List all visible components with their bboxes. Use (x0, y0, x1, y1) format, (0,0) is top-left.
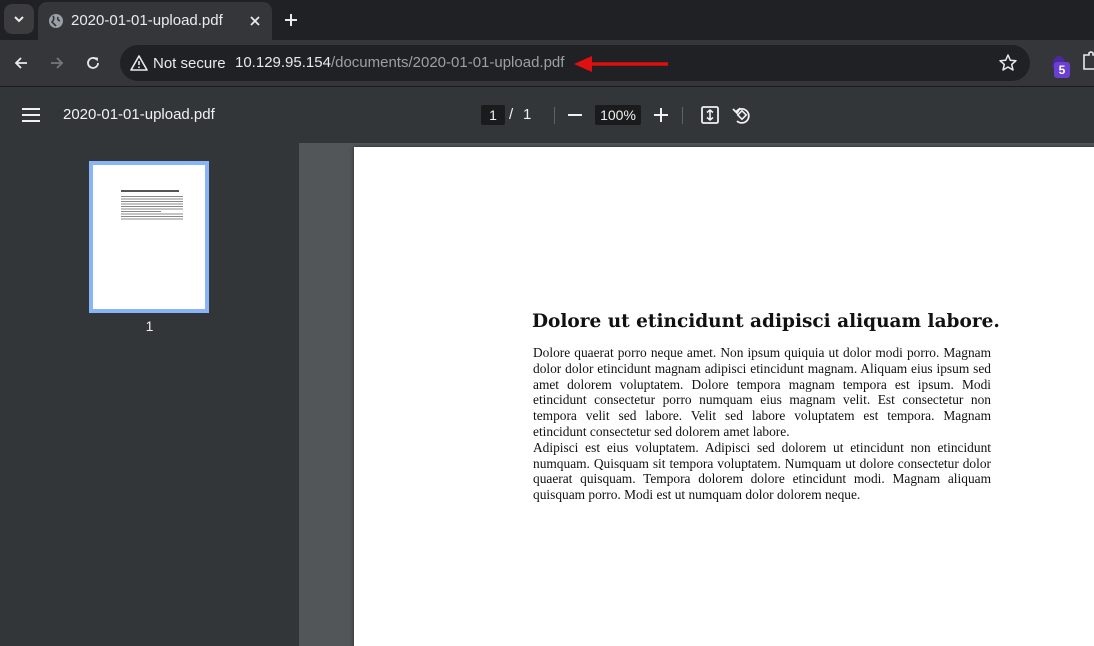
url-path: /documents/2020-01-01-upload.pdf (330, 54, 565, 71)
tab-title: 2020-01-01-upload.pdf (71, 12, 223, 29)
zoom-level-input[interactable]: 100% (595, 105, 641, 125)
document-viewport[interactable]: Dolore ut etincidunt adipisci aliquam la… (299, 143, 1094, 646)
close-icon (250, 16, 260, 26)
zoom-out-icon[interactable] (566, 104, 584, 126)
pdf-page: Dolore ut etincidunt adipisci aliquam la… (354, 147, 1094, 646)
page-separator: / (509, 106, 514, 123)
pdf-title: 2020-01-01-upload.pdf (63, 106, 215, 123)
chevron-down-icon (14, 16, 24, 23)
paragraph: Dolore quaerat porro neque amet. Non ips… (533, 345, 991, 439)
globe-icon (49, 14, 63, 28)
plus-icon (285, 14, 297, 26)
fit-to-page-icon[interactable] (700, 105, 720, 125)
reload-button[interactable] (82, 52, 104, 74)
toolbar-divider (554, 107, 555, 124)
back-button[interactable] (10, 52, 32, 74)
arrow-right-icon (51, 57, 64, 69)
page-number-input[interactable]: 1 (481, 105, 505, 125)
thumbnail-page-number: 1 (145, 318, 154, 334)
forward-button[interactable] (46, 52, 68, 74)
pdf-toolbar: 2020-01-01-upload.pdf 1 / 1 100% (0, 87, 1094, 143)
thumbnail-sidebar: 1 (0, 143, 299, 646)
tab-strip: 2020-01-01-upload.pdf (0, 0, 1094, 40)
reload-icon (87, 57, 99, 69)
page-total: 1 (523, 106, 532, 123)
extension-badge: 5 (1054, 62, 1070, 78)
thumbnail-page (97, 169, 201, 305)
document-body: Dolore quaerat porro neque amet. Non ips… (533, 345, 991, 503)
url-text[interactable]: 10.129.95.154/documents/2020-01-01-uploa… (235, 54, 564, 71)
paragraph: Adipisci est eius voluptatem. Adipisci s… (533, 439, 991, 503)
not-secure-label: Not secure (153, 54, 226, 72)
close-tab-button[interactable] (246, 12, 264, 30)
annotation-arrow (574, 56, 668, 72)
rotate-icon[interactable] (731, 104, 753, 126)
document-heading: Dolore ut etincidunt adipisci aliquam la… (532, 311, 1000, 332)
menu-icon[interactable] (19, 104, 43, 126)
bookmark-star-icon[interactable] (998, 53, 1018, 73)
puzzle-icon[interactable] (1080, 51, 1094, 73)
thumbnail-preview (121, 190, 183, 220)
arrow-left-icon (14, 57, 27, 69)
toolbar-divider (682, 107, 683, 124)
page-thumbnail[interactable] (89, 161, 209, 313)
new-tab-button[interactable] (280, 9, 302, 31)
tab-search-button[interactable] (4, 4, 34, 34)
browser-tab[interactable]: 2020-01-01-upload.pdf (38, 2, 272, 40)
browser-toolbar: Not secure 10.129.95.154/documents/2020-… (0, 40, 1094, 87)
warning-icon (130, 55, 148, 71)
site-security-chip[interactable]: Not secure (126, 49, 234, 77)
url-host: 10.129.95.154 (235, 54, 331, 71)
zoom-in-icon[interactable] (651, 104, 671, 126)
